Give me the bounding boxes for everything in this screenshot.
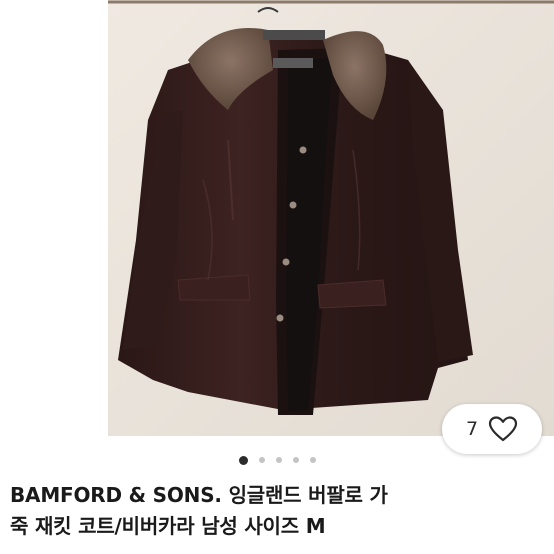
product-photo[interactable] bbox=[108, 0, 554, 436]
listing-title-line-1: BAMFORD & SONS. 잉글랜드 버팔로 가 bbox=[10, 483, 388, 507]
carousel-dot-5[interactable] bbox=[309, 457, 316, 463]
carousel-dot-1[interactable] bbox=[238, 455, 248, 465]
carousel-dot-4[interactable] bbox=[292, 457, 299, 463]
carousel-indicator bbox=[0, 453, 554, 467]
heart-outline-icon bbox=[488, 415, 518, 443]
carousel-dot-3[interactable] bbox=[275, 457, 282, 463]
like-count: 7 bbox=[465, 418, 479, 440]
product-listing-page: 7 BAMFORD & SONS. 잉글랜드 버팔로 가 죽 재킷 코트/비버카… bbox=[0, 0, 554, 554]
listing-title: BAMFORD & SONS. 잉글랜드 버팔로 가 죽 재킷 코트/비버카라 … bbox=[10, 480, 550, 542]
carousel-dot-2[interactable] bbox=[258, 457, 265, 463]
like-button[interactable]: 7 bbox=[442, 404, 542, 454]
listing-title-line-2: 죽 재킷 코트/비버카라 남성 사이즈 M bbox=[10, 514, 326, 538]
leather-jacket-image bbox=[108, 0, 554, 436]
